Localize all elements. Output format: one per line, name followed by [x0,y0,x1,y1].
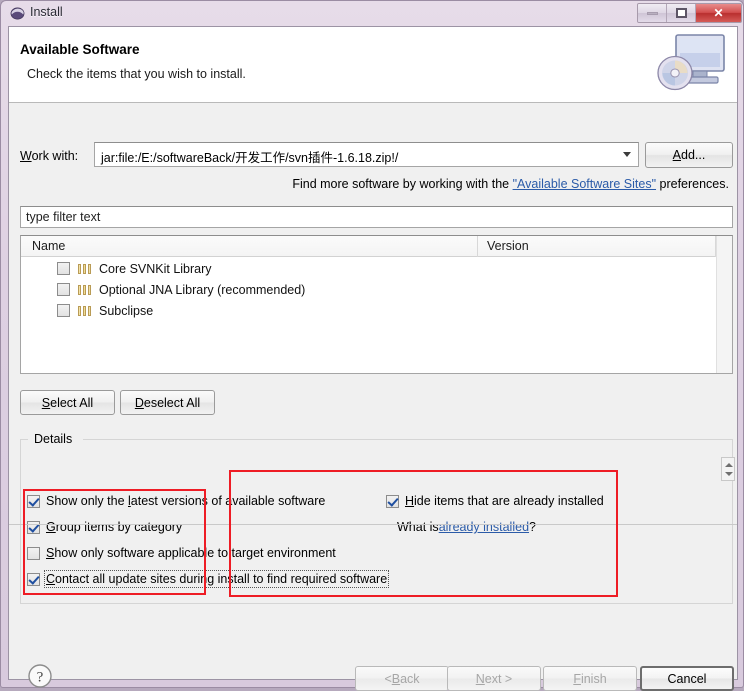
table-header: Name Version [21,236,732,257]
install-dialog-window: Install ✕ Available Software Check the i… [0,0,744,691]
available-software-sites-link[interactable]: "Available Software Sites" [513,177,656,191]
page-subtitle: Check the items that you wish to install… [27,67,246,81]
page-title: Available Software [20,42,140,57]
table-row[interactable]: Optional JNA Library (recommended) [21,279,716,300]
already-installed-link[interactable]: already installed [439,520,529,534]
add-button[interactable]: Add... [645,142,733,168]
option-hide-already-installed[interactable]: Hide items that are already installed [386,494,604,508]
maximize-button[interactable] [667,4,696,22]
column-divider[interactable] [477,236,478,257]
option-contact-all-update-sites[interactable]: Contact all update sites during install … [27,570,390,588]
details-border-right [83,439,733,440]
minimize-icon [646,11,658,15]
software-tree: Core SVNKit Library Optional JNA Library… [21,258,716,321]
minimize-button[interactable] [638,4,667,22]
filter-input-value: type filter text [26,210,101,224]
row-label: Subclipse [99,303,154,318]
details-border-left [20,439,28,440]
deselect-all-button[interactable]: Deselect All [120,390,215,415]
checkbox[interactable] [27,520,40,534]
chevron-down-icon[interactable] [617,144,637,165]
footer-divider [9,524,737,525]
filter-input[interactable]: type filter text [20,206,733,228]
dialog-banner: Available Software Check the items that … [9,27,737,103]
option-show-latest-versions[interactable]: Show only the latest versions of availab… [27,494,325,508]
checkbox[interactable] [386,494,399,508]
checkbox[interactable] [27,494,40,508]
next-button[interactable]: Next > [447,666,541,691]
row-checkbox[interactable] [57,262,70,275]
feature-group-icon [77,262,93,276]
maximize-icon [675,8,687,18]
title-bar: Install ✕ [1,1,744,26]
monitor-disc-icon [657,34,725,91]
window-controls: ✕ [637,3,742,23]
close-icon: ✕ [713,6,724,20]
available-software-table: Name Version Core SVNKit Library Optiona… [20,235,733,374]
work-with-label: Work with: [20,149,79,163]
row-label: Optional JNA Library (recommended) [99,282,306,297]
row-checkbox[interactable] [57,283,70,296]
dialog-client-area: Available Software Check the items that … [8,26,738,691]
back-button[interactable]: < Back [355,666,449,691]
spinner-updown-icon[interactable] [721,457,735,481]
feature-group-icon [77,283,93,297]
cancel-button[interactable]: Cancel [640,666,734,691]
column-header-name[interactable]: Name [32,239,65,253]
close-button[interactable]: ✕ [696,4,741,22]
table-scrollbar[interactable] [716,236,732,373]
column-header-version[interactable]: Version [487,239,529,253]
window-title: Install [30,5,63,19]
help-question-icon[interactable]: ? [27,663,53,689]
details-label: Details [31,432,76,446]
svg-text:?: ? [37,670,44,686]
checkbox[interactable] [27,572,40,586]
table-row[interactable]: Subclipse [21,300,716,321]
select-all-button[interactable]: Select All [20,390,115,415]
work-with-combo[interactable]: jar:file:/E:/softwareBack/开发工作/svn插件-1.6… [94,142,639,167]
row-label: Core SVNKit Library [99,261,212,276]
option-show-applicable-target-environment[interactable]: Show only software applicable to target … [27,546,336,560]
checkbox[interactable] [27,546,40,560]
work-with-value: jar:file:/E:/softwareBack/开发工作/svn插件-1.6… [101,151,399,165]
finish-button[interactable]: Finish [543,666,637,691]
row-checkbox[interactable] [57,304,70,317]
table-row[interactable]: Core SVNKit Library [21,258,716,279]
what-is-already-installed-text: What is already installed? [397,520,536,534]
eclipse-install-icon [10,7,25,20]
find-more-software-text: Find more software by working with the "… [292,177,729,191]
option-group-items-by-category[interactable]: Group items by category [27,520,182,534]
feature-group-icon [77,304,93,318]
